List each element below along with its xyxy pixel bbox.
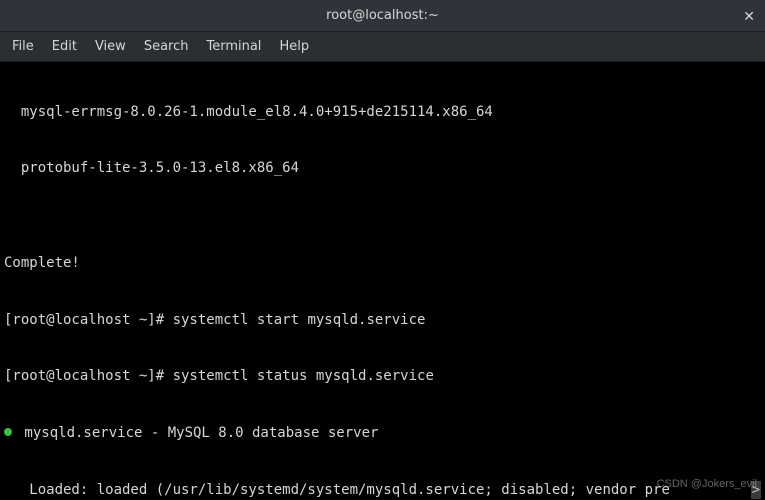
prompt-line: [root@localhost ~]# systemctl start mysq…	[4, 311, 761, 330]
status-dot-icon	[4, 428, 12, 436]
close-icon[interactable]: ✕	[743, 9, 755, 23]
menu-terminal[interactable]: Terminal	[206, 39, 261, 54]
output-line: mysql-errmsg-8.0.26-1.module_el8.4.0+915…	[4, 103, 761, 122]
titlebar: root@localhost:~ ✕	[0, 0, 765, 32]
window-title: root@localhost:~	[326, 8, 439, 23]
output-line: Loaded: loaded (/usr/lib/systemd/system/…	[4, 481, 761, 500]
output-line: mysqld.service - MySQL 8.0 database serv…	[4, 424, 761, 443]
menubar: File Edit View Search Terminal Help	[0, 32, 765, 62]
output-line: Complete!	[4, 254, 761, 273]
menu-file[interactable]: File	[12, 39, 34, 54]
menu-help[interactable]: Help	[279, 39, 309, 54]
output-line: protobuf-lite-3.5.0-13.el8.x86_64	[4, 159, 761, 178]
prompt-line: [root@localhost ~]# systemctl status mys…	[4, 367, 761, 386]
menu-edit[interactable]: Edit	[52, 39, 77, 54]
overflow-caret-icon: >	[751, 481, 761, 500]
menu-view[interactable]: View	[95, 39, 126, 54]
menu-search[interactable]: Search	[144, 39, 189, 54]
terminal-viewport[interactable]: mysql-errmsg-8.0.26-1.module_el8.4.0+915…	[0, 62, 765, 500]
